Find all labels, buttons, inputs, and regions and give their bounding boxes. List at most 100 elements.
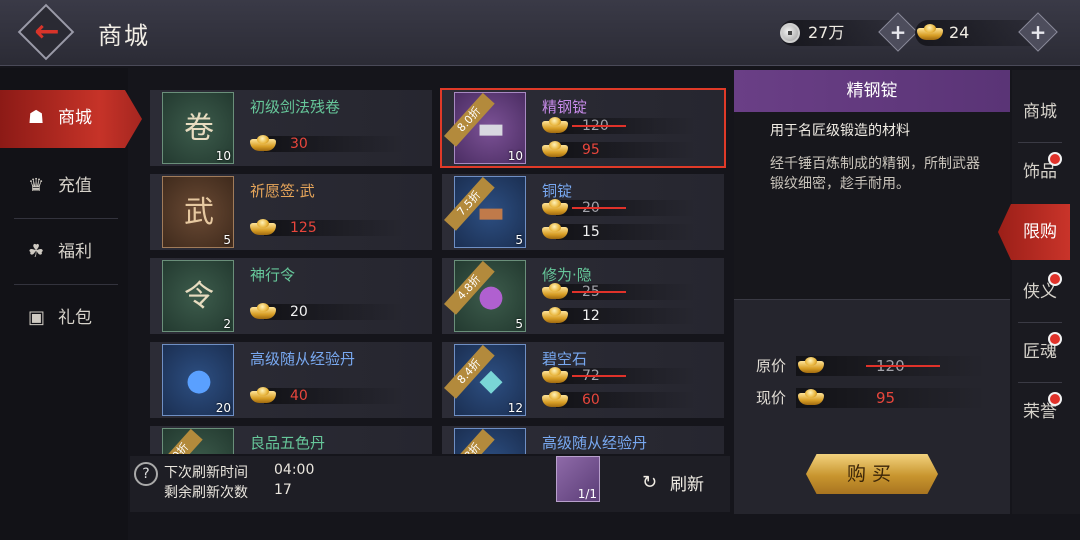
- silver-amount: 27万: [808, 23, 845, 42]
- item-price: 125: [250, 218, 420, 238]
- top-bar: ← 商城 27万 + 24 +: [0, 0, 1080, 66]
- item-old-price: 72: [542, 366, 712, 386]
- item-name: 高级随从经验丹: [542, 434, 648, 452]
- item-price: 40: [250, 386, 420, 406]
- item-grid: 卷 10 初级剑法残卷 30 ▬ 10 8.0折 精钢锭 120 95 武5 祈愿签…: [140, 78, 730, 454]
- gold-ingot-icon: [542, 367, 568, 385]
- notification-dot: [1048, 152, 1062, 166]
- tab-divider: [1018, 382, 1062, 383]
- item-old-price: 25: [542, 282, 712, 302]
- item-card[interactable]: 令2 神行令 20: [150, 258, 432, 334]
- item-card[interactable]: ◆ 12 8.4折 碧空石 72 60: [442, 342, 724, 418]
- next-refresh-time: 04:00: [274, 462, 315, 478]
- tab-honor[interactable]: 荣誉: [1012, 384, 1068, 440]
- buy-button[interactable]: 购买: [806, 454, 938, 494]
- tab-chivalry[interactable]: 侠义: [1012, 264, 1068, 320]
- recharge-icon: ♛: [28, 175, 45, 196]
- welfare-icon: ☘: [28, 241, 45, 262]
- gold-ingot-icon: [250, 303, 276, 321]
- item-price: 60: [542, 390, 712, 410]
- page-title: 商城: [98, 22, 150, 50]
- nav-divider: [14, 284, 118, 285]
- item-name: 神行令: [250, 266, 296, 284]
- item-old-price: 120: [542, 116, 712, 136]
- tab-craftsman[interactable]: 匠魂: [1012, 324, 1068, 380]
- refresh-icon: ↻: [642, 472, 658, 493]
- nav-item-welfare[interactable]: ☘ 福利: [14, 224, 124, 280]
- notification-dot: [1048, 392, 1062, 406]
- back-arrow-icon[interactable]: ←: [30, 14, 64, 50]
- wish-token-icon: 武5: [162, 176, 234, 248]
- original-price-row: 原价 120: [756, 354, 996, 378]
- refresh-bar: ? 下次刷新时间 04:00 剩余刷新次数 17 1/1 ↻ 刷新: [130, 456, 730, 512]
- nav-label: 商城: [58, 108, 92, 128]
- nav-item-shop[interactable]: ☗ 商城: [0, 90, 142, 148]
- gold-ingot-icon: [250, 135, 276, 153]
- nav-divider: [14, 218, 118, 219]
- item-price: 12: [542, 306, 712, 326]
- blue-pill-icon: ● 20: [162, 344, 234, 416]
- gold-ingot-icon: [542, 391, 568, 409]
- item-name: 精钢锭: [542, 98, 588, 116]
- gold-ingot-icon: [542, 141, 568, 159]
- plus-icon[interactable]: +: [884, 18, 912, 46]
- gold-ingot-icon: [250, 219, 276, 237]
- gold-ingot-icon: [250, 387, 276, 405]
- item-card[interactable]: ● 20 高级随从经验丹 40: [150, 342, 432, 418]
- gold-ingot-icon: [542, 199, 568, 217]
- item-name: 高级随从经验丹: [250, 350, 356, 368]
- help-icon[interactable]: ?: [134, 462, 158, 486]
- nav-label: 充值: [58, 176, 92, 196]
- item-card[interactable]: 武5 祈愿签·武 125: [150, 174, 432, 250]
- item-card[interactable]: 5.0折 良品五色丹: [150, 426, 432, 454]
- item-price: 15: [542, 222, 712, 242]
- refresh-ticket-icon: 1/1: [556, 456, 600, 502]
- nav-label: 福利: [58, 242, 92, 262]
- nav-item-gift[interactable]: ▣ 礼包: [14, 290, 124, 346]
- gold-ingot-icon: [542, 223, 568, 241]
- notification-dot: [1048, 272, 1062, 286]
- tab-accessories[interactable]: 饰品: [1012, 144, 1068, 200]
- item-price: 30: [250, 134, 420, 154]
- right-tabs: 商城 饰品 限购 侠义 匠魂 荣誉: [998, 70, 1080, 514]
- item-detail-panel: 精钢锭 用于名匠级锻造的材料 经千锤百炼制成的精钢，所制武器锻纹细密，趁手耐用。…: [734, 70, 1010, 514]
- current-price-row: 现价 95: [756, 386, 996, 410]
- item-price: 95: [542, 140, 712, 160]
- gold-amount: 24: [949, 23, 970, 42]
- scroll-icon: 卷 10: [162, 92, 234, 164]
- detail-title: 精钢锭: [734, 70, 1010, 112]
- silver-coin-icon: [780, 23, 800, 43]
- item-card[interactable]: 3.8折 高级随从经验丹: [442, 426, 724, 454]
- plus-icon[interactable]: +: [1024, 18, 1052, 46]
- gold-ingot-icon: [798, 357, 824, 375]
- remaining-refresh-count: 17: [274, 482, 292, 498]
- tab-limited[interactable]: 限购: [998, 204, 1070, 260]
- refresh-button[interactable]: ↻ 刷新: [642, 470, 722, 495]
- ticket-qty: 1/1: [577, 487, 597, 501]
- remaining-refresh-label: 剩余刷新次数: [164, 485, 248, 501]
- item-card[interactable]: ▬ 5 7.5折 铜锭 20 15: [442, 174, 724, 250]
- gold-ingot-icon: [542, 283, 568, 301]
- gold-ingot-icon: [542, 307, 568, 325]
- nav-label: 礼包: [58, 308, 92, 328]
- gift-icon: ▣: [28, 307, 46, 328]
- detail-subtitle: 用于名匠级锻造的材料: [770, 123, 910, 139]
- item-old-price: 20: [542, 198, 712, 218]
- nav-item-recharge[interactable]: ♛ 充值: [14, 158, 124, 214]
- token-icon: 令2: [162, 260, 234, 332]
- item-card[interactable]: ● 5 4.8折 修为·隐 25 12: [442, 258, 724, 334]
- gold-ingot-icon: [917, 24, 943, 42]
- tab-shop[interactable]: 商城: [1012, 84, 1068, 140]
- left-nav: ☗ 商城 ♛ 充值 ☘ 福利 ▣ 礼包: [0, 68, 142, 540]
- detail-description: 经千锤百炼制成的精钢，所制武器锻纹细密，趁手耐用。: [770, 156, 980, 192]
- item-card[interactable]: 卷 10 初级剑法残卷 30: [150, 90, 432, 166]
- gold-ingot-icon: [542, 117, 568, 135]
- tab-divider: [1018, 142, 1062, 143]
- shop-icon: ☗: [28, 107, 45, 128]
- item-card-selected[interactable]: ▬ 10 8.0折 精钢锭 120 95: [440, 88, 726, 168]
- tab-divider: [1018, 322, 1062, 323]
- next-refresh-label: 下次刷新时间: [164, 465, 248, 481]
- item-name: 祈愿签·武: [250, 182, 315, 200]
- item-price: 20: [250, 302, 420, 322]
- gold-ingot-icon: [798, 389, 824, 407]
